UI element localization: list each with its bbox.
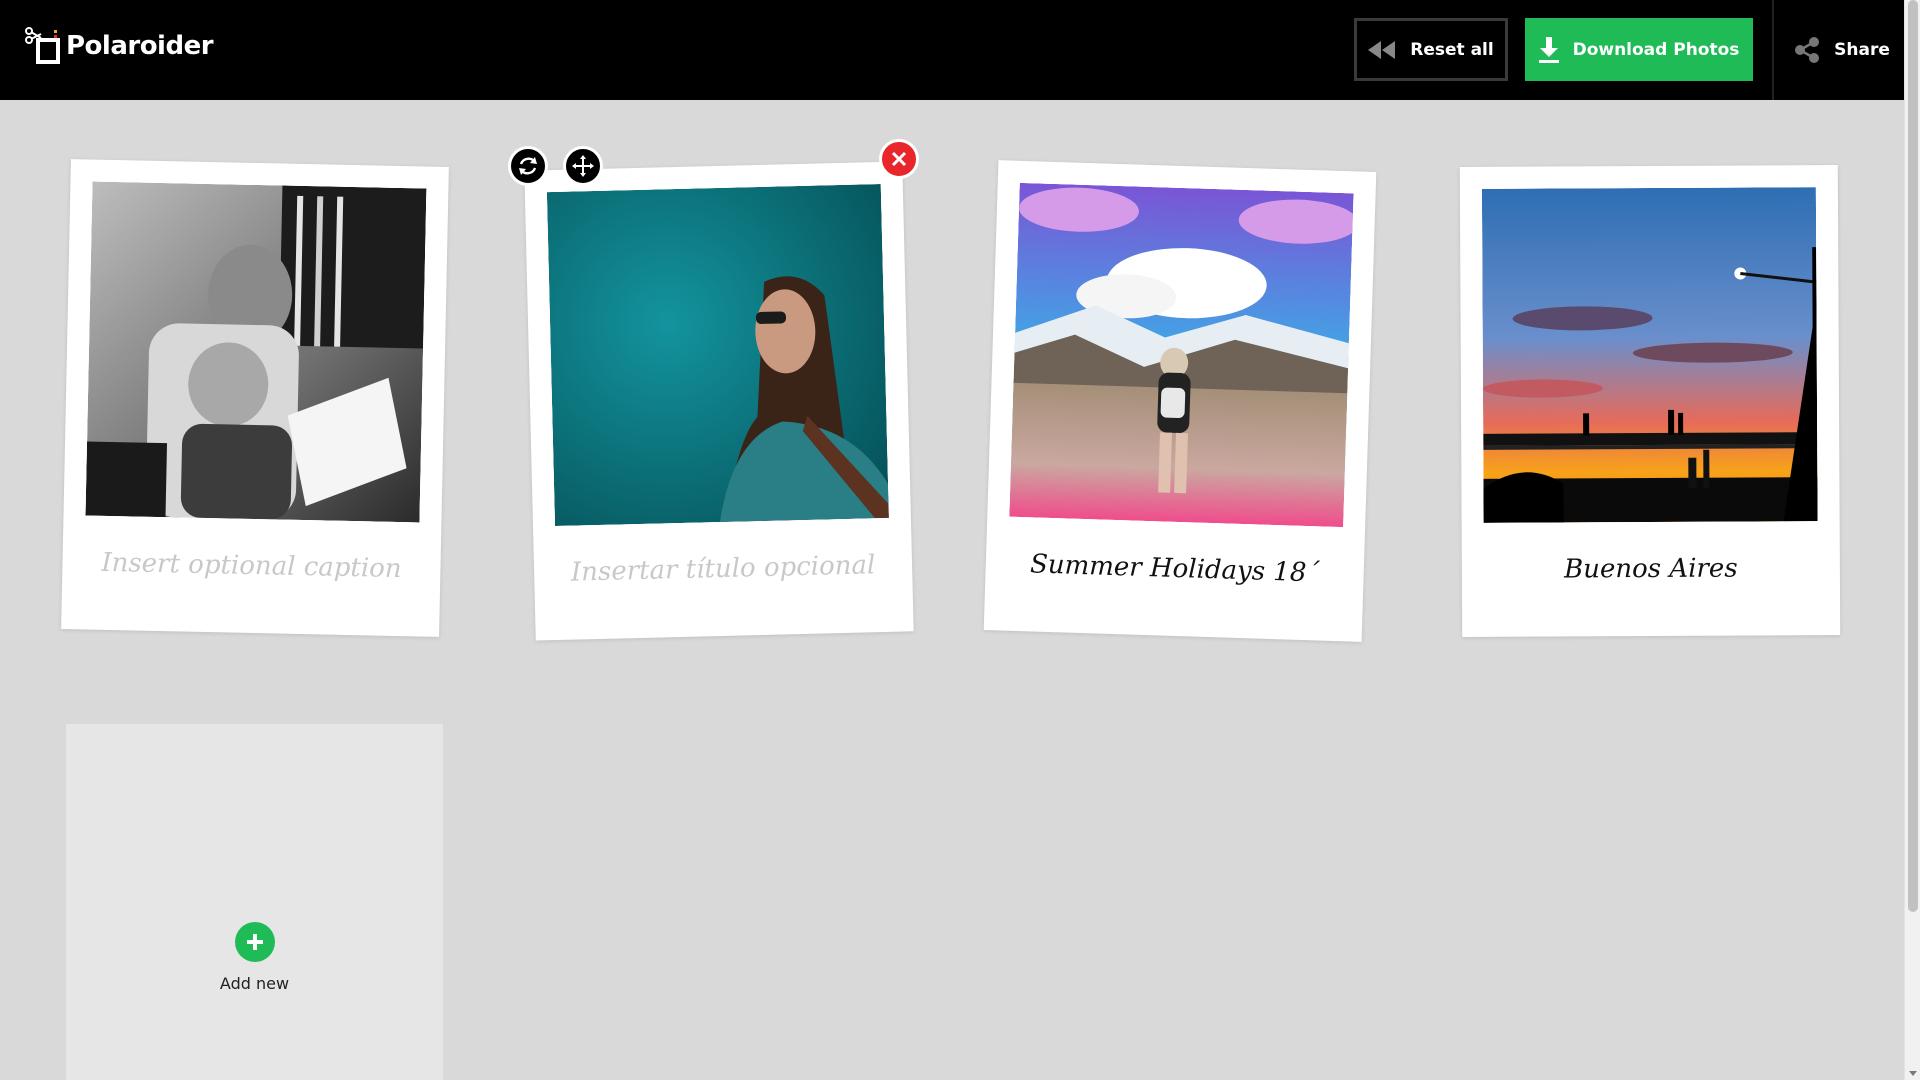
polaroid-caption[interactable]: Buenos Aires bbox=[1462, 553, 1840, 585]
photo-woman-teal bbox=[546, 183, 889, 527]
logo[interactable]: Polaroider bbox=[24, 26, 214, 66]
download-icon bbox=[1538, 36, 1559, 63]
polaroid-photo[interactable] bbox=[1481, 187, 1818, 523]
share-button[interactable]: Share bbox=[1792, 18, 1892, 81]
scrollbar-thumb[interactable] bbox=[1908, 0, 1918, 912]
add-new-card[interactable]: Add new bbox=[66, 724, 443, 1080]
rewind-icon bbox=[1368, 40, 1396, 59]
move-icon bbox=[572, 155, 594, 177]
plus-icon bbox=[247, 934, 263, 950]
top-bar: Polaroider Reset all Download Photos Sha… bbox=[0, 0, 1904, 100]
page-scrollbar[interactable] bbox=[1904, 0, 1920, 1080]
share-icon bbox=[1795, 36, 1820, 63]
polaroid-caption[interactable]: Insert optional caption bbox=[62, 547, 441, 585]
header-divider bbox=[1772, 0, 1774, 100]
polaroid-photo[interactable] bbox=[1009, 182, 1354, 528]
polaroid-card[interactable]: Summer Holidays 18´ bbox=[983, 160, 1377, 642]
polaroid-card[interactable]: Buenos Aires bbox=[1459, 165, 1841, 637]
app-name: Polaroider bbox=[66, 31, 214, 61]
move-photo-button[interactable] bbox=[563, 146, 603, 186]
share-label: Share bbox=[1834, 39, 1890, 60]
reset-all-button[interactable]: Reset all bbox=[1354, 18, 1508, 81]
close-icon bbox=[891, 151, 907, 167]
download-photos-button[interactable]: Download Photos bbox=[1525, 18, 1753, 81]
reset-all-label: Reset all bbox=[1410, 39, 1494, 60]
add-new-label: Add new bbox=[219, 974, 290, 993]
rotate-photo-button[interactable] bbox=[508, 146, 548, 186]
polaroid-photo[interactable] bbox=[85, 181, 427, 523]
rotate-icon bbox=[519, 157, 537, 175]
polaroid-photo[interactable] bbox=[546, 183, 889, 527]
photo-buenos-aires-sunset bbox=[1481, 187, 1818, 523]
polaroid-caption[interactable]: Summer Holidays 18´ bbox=[985, 548, 1364, 590]
download-photos-label: Download Photos bbox=[1572, 39, 1740, 60]
polaroid-card[interactable]: Insertar título opcional bbox=[524, 161, 914, 641]
remove-photo-button[interactable] bbox=[879, 139, 919, 179]
photo-father-child bbox=[85, 181, 427, 523]
add-new-button[interactable] bbox=[235, 922, 275, 962]
polaroid-card[interactable]: Insert optional caption bbox=[61, 159, 449, 637]
polaroid-caption[interactable]: Insertar título opcional bbox=[534, 549, 913, 588]
scroll-down-arrow-icon[interactable] bbox=[1909, 1071, 1917, 1076]
photo-hiker-mountains bbox=[1009, 182, 1354, 528]
logo-icon bbox=[25, 27, 60, 64]
